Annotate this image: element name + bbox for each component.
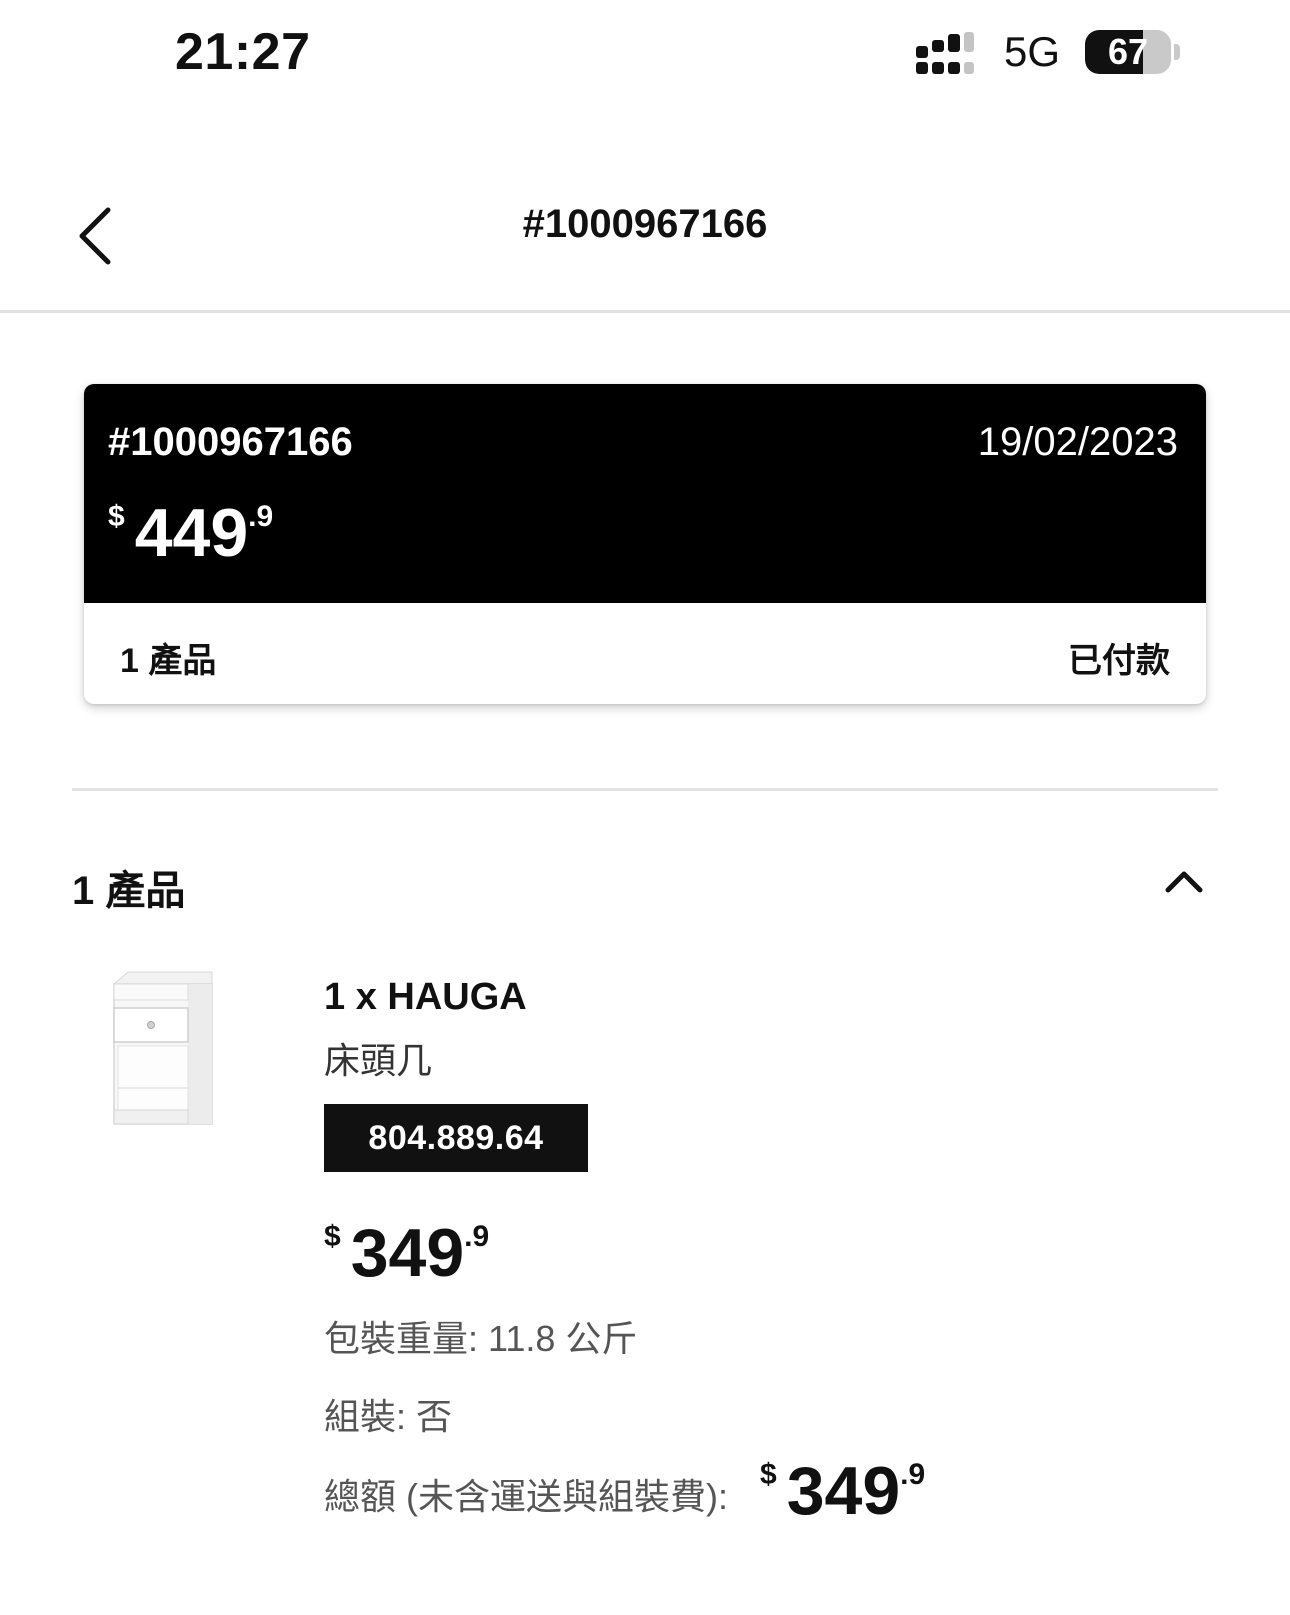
product-name: 1 x HAUGA xyxy=(324,976,527,1018)
products-section-toggle[interactable]: 1 產品 xyxy=(72,852,1218,916)
page-title: #1000967166 xyxy=(522,202,768,246)
order-summary-footer: 1 產品 已付款 xyxy=(84,603,1206,704)
price-integer: 349 xyxy=(350,1215,465,1291)
line-total-price: $349.9 xyxy=(760,1452,925,1530)
order-date: 19/02/2023 xyxy=(977,420,1178,464)
product-description: 床頭几 xyxy=(324,1040,433,1081)
currency-symbol: $ xyxy=(760,1458,777,1491)
order-number: #1000967166 xyxy=(108,420,353,464)
section-divider xyxy=(72,788,1218,791)
status-bar: 21:27 5G 67 xyxy=(0,0,1290,110)
battery-percent: 67 xyxy=(1107,31,1149,72)
price-decimal: .9 xyxy=(248,500,274,533)
currency-symbol: $ xyxy=(108,500,125,533)
price-decimal: .9 xyxy=(900,1458,926,1491)
item-count: 1 產品 xyxy=(120,642,217,680)
products-section-title: 1 產品 xyxy=(72,869,186,913)
product-price: $349.9 xyxy=(324,1214,489,1292)
payment-status: 已付款 xyxy=(1068,642,1170,680)
package-weight: 包裝重量: 11.8 公斤 xyxy=(324,1318,638,1359)
order-summary-header: #1000967166 19/02/2023 $449.9 xyxy=(84,384,1206,603)
price-integer: 449 xyxy=(134,495,249,571)
nav-header: #1000967166 xyxy=(0,170,1290,313)
battery-nub xyxy=(1174,44,1180,60)
product-image xyxy=(112,971,213,1125)
chevron-up-icon[interactable] xyxy=(1164,868,1204,894)
currency-symbol: $ xyxy=(324,1220,341,1253)
network-type: 5G xyxy=(1004,28,1061,75)
order-total-price: $449.9 xyxy=(108,494,273,572)
assembly-info: 組裝: 否 xyxy=(324,1396,453,1437)
order-detail-page: 21:27 5G 67 #1000967166 #1000967166 19/0… xyxy=(0,0,1290,1615)
article-number-badge: 804.889.64 xyxy=(324,1104,588,1172)
total-label: 總額 (未含運送與組裝費): xyxy=(324,1476,728,1517)
signal-icon xyxy=(916,32,974,74)
status-time: 21:27 xyxy=(175,23,311,81)
battery-icon: 67 xyxy=(1085,30,1171,74)
order-summary-card: #1000967166 19/02/2023 $449.9 1 產品 已付款 xyxy=(84,384,1206,704)
price-integer: 349 xyxy=(786,1453,901,1529)
price-decimal: .9 xyxy=(464,1220,490,1253)
